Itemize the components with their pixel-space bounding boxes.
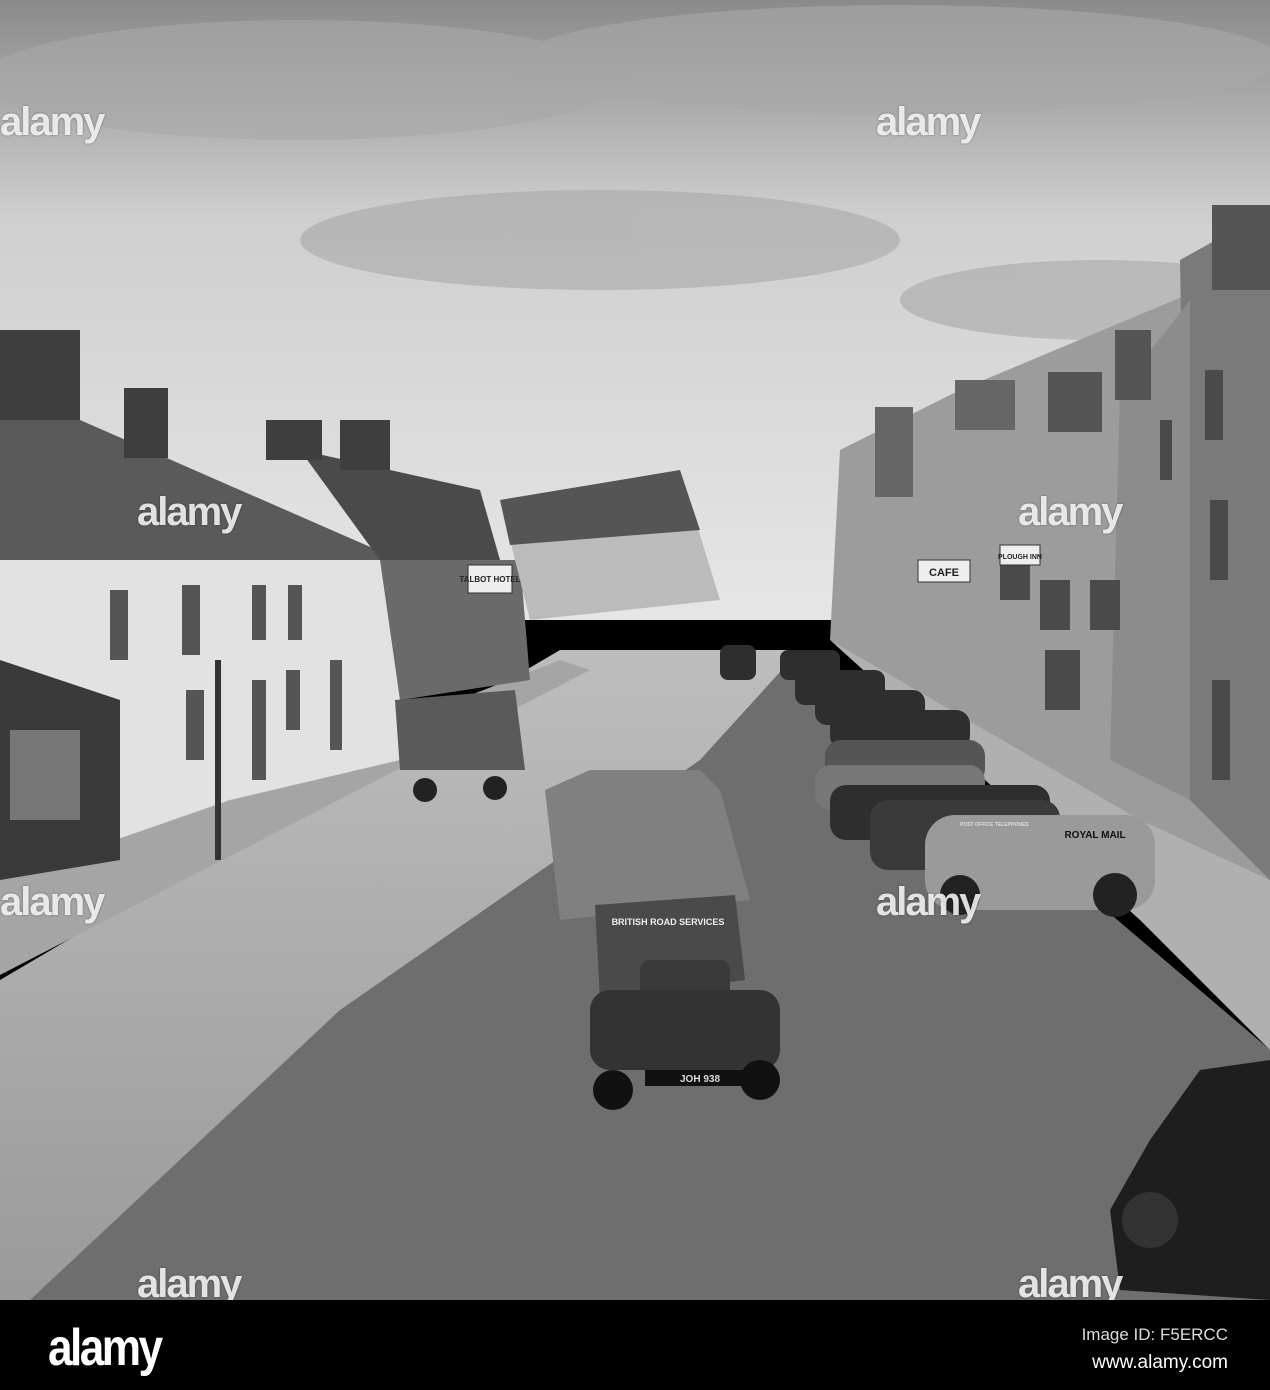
watermark: alamy [0, 880, 105, 924]
stock-photo-page: TALBOT HOTEL CAFE PLOUGH INN ROYAL MAIL … [0, 0, 1270, 1390]
cafe-sign: CAFE [929, 567, 959, 579]
alamy-logo[interactable]: alamy [48, 1318, 163, 1378]
watermark: alamy [876, 100, 981, 144]
hotel-sign: TALBOT HOTEL [459, 575, 520, 584]
truck-text: BRITISH ROAD SERVICES [612, 917, 725, 927]
website-link[interactable]: www.alamy.com [1092, 1352, 1228, 1374]
watermark: alamy [0, 100, 105, 144]
telephones-text: POST OFFICE TELEPHONES [960, 822, 1029, 828]
image-id: Image ID: F5ERCC [1081, 1325, 1228, 1344]
watermark: alamy [1018, 490, 1123, 534]
inn-sign: PLOUGH INN [998, 554, 1042, 561]
royal-mail-text: ROYAL MAIL [1064, 830, 1125, 841]
number-plate: JOH 938 [680, 1074, 720, 1085]
watermark: alamy [137, 490, 242, 534]
footer-bar: alamy Image ID: F5ERCC www.alamy.com [0, 1300, 1270, 1390]
street-photo: TALBOT HOTEL CAFE PLOUGH INN ROYAL MAIL … [0, 0, 1270, 1300]
watermark: alamy [876, 880, 981, 924]
